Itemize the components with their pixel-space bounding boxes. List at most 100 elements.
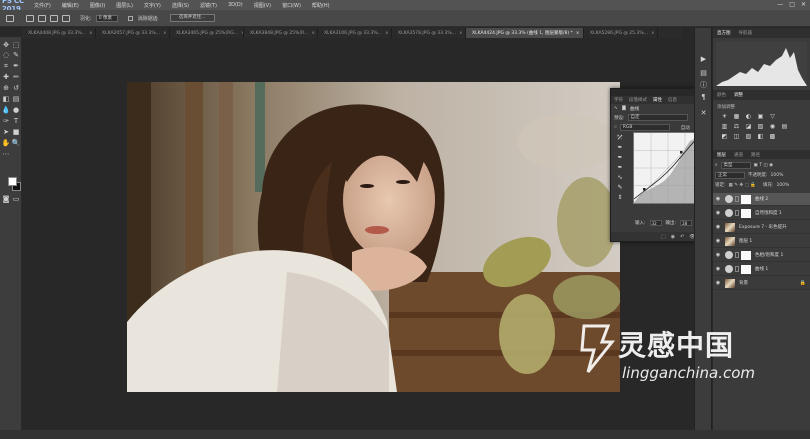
curve-point[interactable]: [680, 151, 683, 154]
tab-paths[interactable]: 路径: [751, 152, 760, 158]
blur-tool-icon[interactable]: 💧: [2, 106, 11, 114]
eye-icon[interactable]: ◉: [714, 210, 722, 216]
preset-select[interactable]: 自定: [627, 114, 688, 121]
mask-icon[interactable]: ◙: [622, 106, 626, 111]
tab-layers[interactable]: 图层: [717, 152, 726, 158]
layer-name[interactable]: 背景: [739, 280, 748, 286]
blend-mode-select[interactable]: 正常: [715, 171, 745, 179]
layer-mask-thumb[interactable]: [741, 194, 751, 204]
photo-filter-icon[interactable]: ▧: [757, 123, 764, 130]
hand-tool-icon[interactable]: ✋: [2, 139, 11, 147]
input-value[interactable]: 32: [649, 220, 662, 226]
auto-button[interactable]: 自动: [681, 125, 690, 131]
foreground-color-swatch[interactable]: [8, 177, 17, 186]
eye-icon[interactable]: ◉: [714, 252, 722, 258]
curve-point[interactable]: [643, 188, 646, 191]
tools-preset-icon[interactable]: ✕: [699, 108, 708, 117]
color-balance-icon[interactable]: ⚖: [733, 123, 740, 130]
menu-type[interactable]: 文字(Y): [144, 2, 161, 9]
menu-window[interactable]: 窗口(W): [282, 2, 301, 9]
tab-doc-5[interactable]: XLKA3106.JPG @ 33.3%... ×: [318, 28, 392, 38]
new-selection-icon[interactable]: [26, 14, 34, 22]
menu-help[interactable]: 帮助(H): [312, 2, 330, 9]
gray-point-eyedropper-icon[interactable]: ✒: [616, 154, 624, 162]
channel-mixer-icon[interactable]: ◉: [769, 123, 776, 130]
fill-value[interactable]: 100%: [776, 183, 789, 188]
reset-icon[interactable]: ↶: [680, 234, 684, 240]
move-tool-icon[interactable]: ✥: [2, 41, 10, 49]
intersect-selection-icon[interactable]: [62, 14, 70, 22]
menu-view[interactable]: 视图(V): [254, 2, 271, 9]
layer-row[interactable]: ◉ 曲线 1: [713, 263, 810, 276]
layer-mask-thumb[interactable]: [741, 250, 751, 260]
antialias-checkbox[interactable]: [127, 15, 133, 21]
eye-icon[interactable]: ◉: [714, 266, 722, 272]
layer-mask-thumb[interactable]: [741, 208, 751, 218]
levels-icon[interactable]: ▦: [733, 113, 740, 120]
smooth-curve-icon[interactable]: ⇕: [616, 194, 624, 202]
posterize-icon[interactable]: ◫: [733, 133, 740, 140]
type-tool-icon[interactable]: T: [12, 117, 20, 125]
layer-name[interactable]: 自然饱和度 1: [755, 210, 782, 216]
menu-edit[interactable]: 编辑(E): [62, 2, 79, 9]
tab-doc-8[interactable]: XLKA5286.JPG @ 25.3%... ×: [584, 28, 658, 38]
tab-color[interactable]: 颜色: [717, 92, 726, 98]
tab-paragraph-styles[interactable]: 段落样式: [629, 97, 647, 103]
layer-row[interactable]: ◉ 图层 1: [713, 235, 810, 248]
play-icon[interactable]: ▶: [699, 54, 708, 63]
eye-icon[interactable]: ◉: [714, 224, 722, 230]
layer-row[interactable]: ◉ 背景 🔒: [713, 277, 810, 290]
tab-doc-4[interactable]: XLKA3848.JPG @ 25%(R... ×: [244, 28, 318, 38]
brush-tool-icon[interactable]: ✏: [12, 73, 20, 81]
threshold-icon[interactable]: ▨: [745, 133, 752, 140]
lasso-preset-icon[interactable]: [6, 14, 14, 22]
layer-filter-select[interactable]: 类型: [720, 161, 751, 169]
menu-3d[interactable]: 3D(D): [228, 2, 243, 8]
feather-input[interactable]: 0 像素: [95, 14, 118, 22]
lasso-tool-icon[interactable]: ◌: [2, 51, 10, 59]
invert-icon[interactable]: ◩: [721, 133, 728, 140]
layer-mask-thumb[interactable]: [741, 264, 751, 274]
close-icon[interactable]: ×: [86, 31, 93, 36]
tab-doc-3[interactable]: XLKA3465.JPG @ 25%(RG...×: [170, 28, 244, 38]
eye-icon[interactable]: ◉: [714, 280, 722, 286]
paragraph-icon[interactable]: ¶: [699, 92, 708, 101]
black-white-icon[interactable]: ◪: [745, 123, 752, 130]
select-and-mask-button[interactable]: 选择并遮住...: [169, 14, 215, 22]
edit-toolbar-icon[interactable]: ⋯: [2, 150, 10, 158]
tab-doc-1[interactable]: XLKA4408.JPG @ 33.3%... ×: [22, 28, 96, 38]
layer-name[interactable]: 色相/饱和度 1: [755, 252, 783, 258]
close-icon[interactable]: ×: [160, 31, 167, 36]
tab-histogram[interactable]: 直方图: [717, 30, 731, 36]
brightness-contrast-icon[interactable]: ☀: [721, 113, 728, 120]
tab-info[interactable]: 信息: [668, 97, 677, 103]
selective-color-icon[interactable]: ▩: [769, 133, 776, 140]
subtract-selection-icon[interactable]: [50, 14, 58, 22]
tab-navigator[interactable]: 导航器: [739, 30, 753, 36]
shape-tool-icon[interactable]: ■: [12, 128, 20, 136]
minimize-button[interactable]: —: [777, 1, 783, 8]
healing-brush-tool-icon[interactable]: ✚: [2, 73, 10, 81]
layer-name[interactable]: 曲线 1: [755, 266, 768, 272]
on-image-adjust-icon[interactable]: ⤱: [616, 134, 624, 142]
tab-doc-active[interactable]: XLKA4424.JPG @ 33.3% (曲线 1, 图层蒙版/8) * ×: [466, 28, 584, 38]
exposure-icon[interactable]: ▣: [757, 113, 764, 120]
eraser-tool-icon[interactable]: ◧: [2, 95, 10, 103]
quick-mask-icon[interactable]: ◙: [2, 195, 10, 203]
color-lookup-icon[interactable]: ▤: [781, 123, 788, 130]
hue-saturation-icon[interactable]: ▥: [721, 123, 728, 130]
close-icon[interactable]: ×: [382, 31, 389, 36]
clip-to-layer-icon[interactable]: ⬚: [661, 234, 666, 240]
menu-select[interactable]: 选择(S): [172, 2, 189, 9]
path-select-tool-icon[interactable]: ➤: [2, 128, 10, 136]
layer-row[interactable]: ◉ 色相/饱和度 1: [713, 249, 810, 262]
curves-icon[interactable]: ◐: [745, 113, 752, 120]
gradient-tool-icon[interactable]: ▤: [12, 95, 20, 103]
vibrance-icon[interactable]: ▽: [769, 113, 776, 120]
layer-row[interactable]: ◉ 曲线 2: [713, 193, 810, 206]
gradient-map-icon[interactable]: ◧: [757, 133, 764, 140]
black-point-eyedropper-icon[interactable]: ✒: [616, 144, 624, 152]
eye-icon[interactable]: ◉: [714, 238, 722, 244]
layer-row[interactable]: ◉ Exposure 7 - 彩色提升: [713, 221, 810, 234]
channel-select[interactable]: RGB: [619, 124, 670, 131]
